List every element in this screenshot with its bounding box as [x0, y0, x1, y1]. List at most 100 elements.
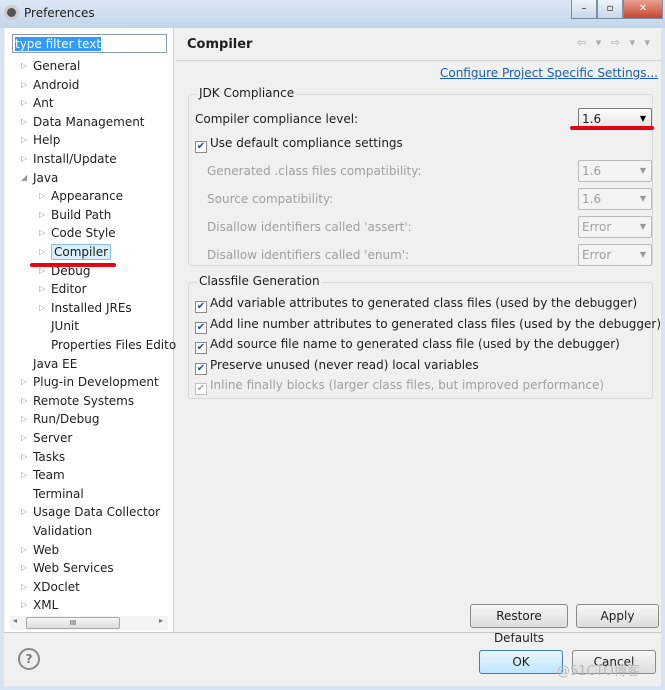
collapsed-arrow-icon[interactable]: ▷: [39, 280, 45, 298]
scroll-thumb[interactable]: III: [26, 617, 120, 629]
select-value: 1.6: [582, 112, 602, 126]
collapsed-arrow-icon[interactable]: ▷: [21, 466, 27, 484]
collapsed-arrow-icon[interactable]: ▷: [21, 578, 27, 596]
expanded-arrow-icon[interactable]: ◢: [21, 169, 27, 187]
checkbox-icon: ✔: [195, 383, 207, 395]
nav-arrows-icon[interactable]: ⇦ ▾ ⇨ ▾ ▾: [577, 36, 653, 49]
collapsed-arrow-icon[interactable]: ▷: [21, 541, 27, 559]
close-button[interactable]: ✕: [623, 0, 663, 19]
compliance-row-label: Generated .class files compatibility:: [207, 164, 422, 178]
classfile-option-checkbox[interactable]: ✔ Add source file name to generated class…: [195, 337, 620, 354]
tree-item[interactable]: ▷ Ant: [21, 94, 54, 112]
collapsed-arrow-icon[interactable]: ▷: [39, 243, 45, 261]
checkbox-label: Add source file name to generated class …: [210, 337, 620, 351]
tree-item[interactable]: ◢ Java: [21, 169, 58, 187]
preference-tree: type filter text ◂ III ▸ ▷ General ▷ Androi…: [5, 28, 176, 632]
collapsed-arrow-icon[interactable]: ▷: [39, 187, 45, 205]
select-value: Error: [582, 220, 612, 234]
dropdown-arrow-icon: ▼: [639, 250, 646, 259]
tree-item[interactable]: ▷ Code Style: [39, 224, 116, 242]
tree-item-label: Help: [33, 133, 61, 148]
tree-item[interactable]: ▷ Team: [21, 466, 65, 484]
tree-item[interactable]: Validation: [33, 522, 92, 540]
tree-item[interactable]: ▷ Installed JREs: [39, 299, 132, 317]
jdk-compliance-group: JDK Compliance Compiler compliance level…: [188, 86, 653, 266]
tree-item[interactable]: ▷ XDoclet: [21, 578, 80, 596]
collapsed-arrow-icon[interactable]: ▷: [21, 131, 27, 149]
collapsed-arrow-icon[interactable]: ▷: [21, 94, 27, 112]
minimize-button[interactable]: –: [571, 0, 597, 19]
compliance-row-label: Disallow identifiers called 'assert':: [207, 220, 412, 234]
tree-item-label: Data Management: [33, 114, 145, 129]
classfile-option-checkbox[interactable]: ✔ Preserve unused (never read) local vari…: [195, 358, 479, 375]
classfile-option-checkbox[interactable]: ✔ Add line number attributes to generated…: [195, 317, 661, 334]
select-value: 1.6: [582, 192, 602, 206]
tree-item[interactable]: Java EE: [33, 355, 77, 373]
tree-item[interactable]: ▷ Android: [21, 76, 79, 94]
apply-button[interactable]: Apply: [576, 604, 659, 628]
tree-item[interactable]: ▷ Remote Systems: [21, 392, 134, 410]
tree-item[interactable]: ▷ Compiler: [39, 243, 112, 261]
tree-item[interactable]: ▷ Usage Data Collector: [21, 503, 161, 521]
collapsed-arrow-icon[interactable]: ▷: [21, 150, 27, 168]
tree-item[interactable]: ▷ Install/Update: [21, 150, 117, 168]
tree-item[interactable]: ▷ Run/Debug: [21, 410, 100, 428]
tree-item[interactable]: ▷ Help: [21, 131, 61, 149]
tree-item-label: Usage Data Collector: [33, 505, 161, 520]
collapsed-arrow-icon[interactable]: ▷: [21, 410, 27, 428]
collapsed-arrow-icon[interactable]: ▷: [21, 559, 27, 577]
collapsed-arrow-icon[interactable]: ▷: [21, 429, 27, 447]
checkbox-label: Preserve unused (never read) local varia…: [210, 357, 479, 372]
tree-item[interactable]: ▷ Web: [21, 541, 60, 559]
configure-project-settings-link[interactable]: Configure Project Specific Settings...: [440, 66, 658, 80]
maximize-button[interactable]: ▫: [597, 0, 623, 19]
tree-item[interactable]: ▷ Appearance: [39, 187, 123, 205]
collapsed-arrow-icon[interactable]: ▷: [21, 76, 27, 94]
group-title: Classfile Generation: [197, 274, 322, 288]
tree-item-label: Web: [33, 542, 60, 557]
checkbox-icon: ✔: [195, 342, 207, 354]
window-title: Preferences: [24, 6, 95, 20]
tree-item[interactable]: ▷ Plug-in Development: [21, 373, 159, 391]
collapsed-arrow-icon[interactable]: ▷: [21, 392, 27, 410]
tree-item-label: Properties Files Edito: [51, 338, 177, 352]
ok-button[interactable]: OK: [479, 650, 563, 674]
horizontal-scrollbar[interactable]: ◂ III ▸: [10, 616, 168, 630]
tree-item[interactable]: ▷ XML: [21, 596, 58, 614]
filter-input[interactable]: type filter text: [12, 34, 167, 53]
tree-item[interactable]: ▷ Web Services: [21, 559, 114, 577]
tree-item[interactable]: ▷ Data Management: [21, 113, 145, 131]
collapsed-arrow-icon[interactable]: ▷: [21, 373, 27, 391]
checkbox-label: Add line number attributes to generated …: [210, 316, 662, 331]
collapsed-arrow-icon[interactable]: ▷: [21, 448, 27, 466]
dropdown-arrow-icon: ▼: [639, 166, 646, 175]
select-value: Error: [582, 248, 612, 262]
classfile-option-checkbox[interactable]: ✔ Add variable attributes to generated cl…: [195, 296, 637, 313]
red-annotation-underline: [30, 263, 116, 267]
tree-item[interactable]: Properties Files Edito: [51, 336, 176, 354]
tree-item[interactable]: ▷ Tasks: [21, 448, 65, 466]
help-icon[interactable]: ?: [18, 648, 40, 670]
use-default-checkbox[interactable]: ✔ Use default compliance settings: [195, 136, 403, 153]
collapsed-arrow-icon[interactable]: ▷: [39, 224, 45, 242]
tree-item[interactable]: ▷ Server: [21, 429, 73, 447]
tree-item[interactable]: Terminal: [33, 485, 84, 503]
collapsed-arrow-icon[interactable]: ▷: [21, 503, 27, 521]
tree-item-label: Server: [33, 431, 73, 445]
checkbox-label: Inline finally blocks (larger class file…: [210, 378, 605, 392]
tree-item-label: Run/Debug: [33, 412, 100, 427]
restore-defaults-button[interactable]: Restore Defaults: [470, 604, 568, 645]
tree-item[interactable]: ▷ Editor: [39, 280, 87, 298]
tree-item[interactable]: ▷ Build Path: [39, 206, 111, 224]
tree-item[interactable]: ▷ General: [21, 57, 80, 75]
tree-item[interactable]: JUnit: [51, 317, 79, 335]
collapsed-arrow-icon[interactable]: ▷: [21, 596, 27, 614]
tree-item-label: Compiler: [51, 244, 112, 260]
collapsed-arrow-icon[interactable]: ▷: [21, 57, 27, 75]
collapsed-arrow-icon[interactable]: ▷: [21, 113, 27, 131]
collapsed-arrow-icon[interactable]: ▷: [39, 299, 45, 317]
checkbox-label: Add variable attributes to generated cla…: [210, 296, 638, 310]
compliance-row-label: Source compatibility:: [207, 192, 334, 206]
tree-item-label: Web Services: [33, 561, 114, 576]
collapsed-arrow-icon[interactable]: ▷: [39, 206, 45, 224]
